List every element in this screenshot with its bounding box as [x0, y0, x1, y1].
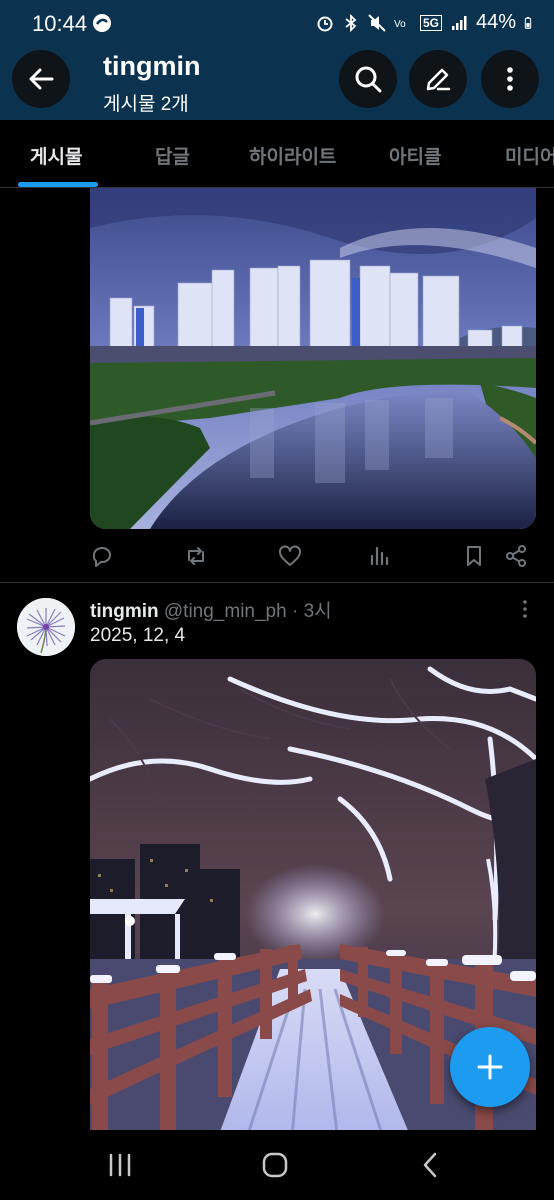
- recent-apps-icon[interactable]: [105, 1150, 135, 1180]
- post-actions: [90, 540, 530, 572]
- back-arrow-icon: [29, 68, 54, 90]
- battery-percent: 44%: [475, 11, 516, 33]
- alarm-icon: [317, 16, 333, 31]
- reply-icon[interactable]: [90, 544, 114, 568]
- post-image-river-city[interactable]: [90, 188, 536, 529]
- post-divider: [0, 582, 554, 583]
- volte-icon: Vo: [394, 19, 406, 30]
- more-options-button[interactable]: [481, 50, 539, 108]
- tab-highlights[interactable]: 하이라이트: [249, 142, 336, 169]
- vertical-dots-icon: [507, 67, 513, 91]
- post-author-name[interactable]: tingmin: [90, 601, 159, 622]
- header-post-count: 게시물 2개: [103, 94, 189, 115]
- search-button[interactable]: [339, 50, 397, 108]
- notification-icon: [93, 14, 111, 32]
- post-author-handle[interactable]: @ting_min_ph: [164, 601, 287, 622]
- search-icon: [355, 66, 382, 93]
- battery-icon: [524, 16, 532, 29]
- timeline: tingmin @ting_min_ph · 3시 2025, 12, 4: [0, 188, 554, 1143]
- active-tab-indicator: [18, 182, 98, 187]
- share-icon[interactable]: [504, 544, 528, 568]
- status-time: 10:44: [32, 11, 88, 36]
- tab-posts[interactable]: 게시물: [30, 142, 82, 169]
- status-bar: 10:44 Vo 5G 44%: [0, 0, 554, 44]
- post-text: 2025, 12, 4: [90, 625, 186, 646]
- svg-text:Vo: Vo: [394, 19, 406, 30]
- network-badge: 5G: [419, 14, 442, 31]
- compose-button[interactable]: [450, 1027, 530, 1107]
- tab-media[interactable]: 미디어: [505, 142, 554, 169]
- views-icon[interactable]: [368, 544, 392, 568]
- pencil-icon: [426, 68, 451, 91]
- home-icon[interactable]: [260, 1150, 290, 1180]
- plus-icon: [477, 1054, 503, 1080]
- bluetooth-icon: [345, 13, 357, 32]
- back-button[interactable]: [12, 50, 70, 108]
- post-header: tingmin @ting_min_ph · 3시: [90, 596, 332, 623]
- post-separator: ·: [286, 601, 304, 622]
- bookmark-icon[interactable]: [462, 544, 486, 568]
- tab-replies[interactable]: 답글: [155, 142, 190, 169]
- system-navigation-bar: [0, 1130, 554, 1200]
- repost-icon[interactable]: [184, 544, 208, 568]
- post-more-icon[interactable]: [514, 598, 536, 620]
- signal-icon: [451, 15, 467, 30]
- avatar[interactable]: [17, 598, 75, 656]
- post-timestamp: 3시: [303, 601, 332, 622]
- profile-header: tingmin 게시물 2개: [0, 44, 554, 120]
- header-title: tingmin: [103, 51, 201, 81]
- like-icon[interactable]: [278, 544, 302, 568]
- edit-button[interactable]: [409, 50, 467, 108]
- mute-icon: [368, 13, 386, 32]
- back-nav-icon[interactable]: [416, 1150, 446, 1180]
- profile-tabs: 게시물 답글 하이라이트 아티클 미디어: [0, 120, 554, 188]
- tab-articles[interactable]: 아티클: [389, 142, 441, 169]
